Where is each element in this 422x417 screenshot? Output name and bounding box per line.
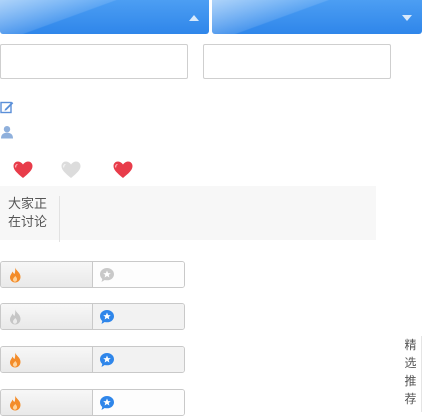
featured-char: 精: [404, 338, 417, 352]
fire-icon: [10, 352, 21, 368]
star-button[interactable]: [93, 347, 184, 372]
star-button[interactable]: [93, 262, 184, 287]
action-pill: [0, 346, 185, 373]
dropdown-sheen: [0, 0, 209, 34]
action-pill: [0, 303, 185, 330]
star-icon: [100, 353, 114, 367]
heart-red-icon[interactable]: [113, 161, 133, 179]
star-icon: [100, 268, 114, 282]
heart-gray-icon[interactable]: [61, 161, 81, 179]
heart-red-icon[interactable]: [13, 161, 33, 179]
action-pill: [0, 389, 185, 416]
featured-char: 推: [404, 374, 417, 388]
text-input-left[interactable]: [0, 44, 188, 79]
featured-char: 选: [404, 356, 417, 370]
discussion-label-line1: 大家正: [8, 197, 48, 212]
dropdown-right[interactable]: [212, 0, 422, 34]
triangle-up-icon: [189, 15, 199, 21]
star-icon: [100, 396, 114, 410]
fire-icon: [10, 309, 21, 325]
featured-recommend-tab[interactable]: 精 选 推 荐: [400, 336, 422, 412]
discussion-label: 大家正 在讨论: [8, 196, 60, 242]
star-button[interactable]: [93, 304, 184, 329]
fire-icon: [10, 395, 21, 411]
star-button[interactable]: [93, 390, 184, 415]
star-icon: [100, 310, 114, 324]
action-pill: [0, 261, 185, 288]
text-input-right[interactable]: [203, 44, 391, 79]
featured-char: 荐: [404, 392, 417, 406]
triangle-down-icon: [402, 15, 412, 21]
dropdown-left[interactable]: [0, 0, 209, 34]
user-icon[interactable]: [0, 125, 14, 139]
edit-icon[interactable]: [0, 100, 14, 114]
fire-button[interactable]: [1, 390, 93, 415]
discussion-panel: 大家正 在讨论: [0, 186, 376, 242]
discussion-label-line2: 在讨论: [8, 215, 48, 230]
dropdown-sheen: [212, 0, 422, 34]
fire-icon: [10, 267, 21, 283]
fire-button[interactable]: [1, 262, 93, 287]
fire-button[interactable]: [1, 347, 93, 372]
fire-button[interactable]: [1, 304, 93, 329]
